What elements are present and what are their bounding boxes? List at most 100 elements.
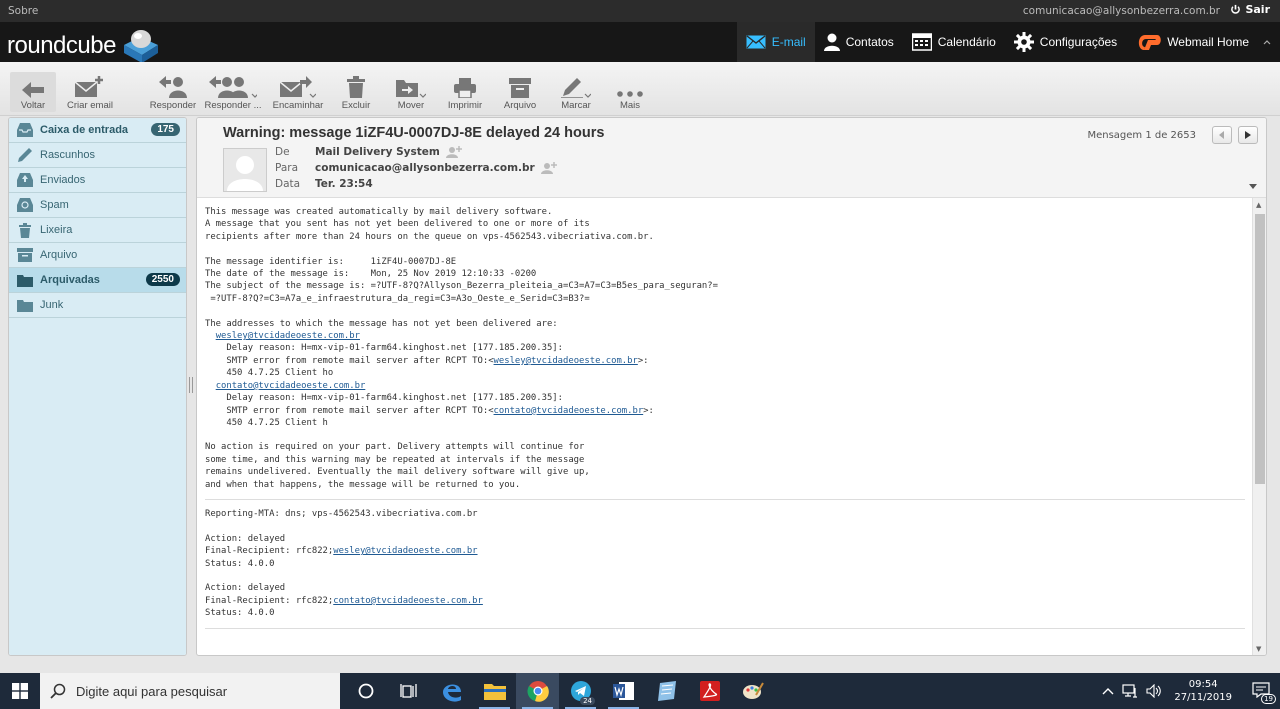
recipient-block-1: wesley@tvcidadeoeste.com.br Delay reason… [205, 330, 1243, 429]
calendar-icon [911, 33, 932, 51]
person-icon [823, 33, 840, 51]
taskbar-edge[interactable] [430, 673, 473, 709]
start-button[interactable] [0, 673, 40, 709]
delete-button[interactable]: Excluir [337, 74, 375, 111]
taskbar-acrobat[interactable] [688, 673, 731, 709]
mark-button[interactable]: Marcar [556, 74, 596, 111]
message-pane: Warning: message 1iZF4U-0007DJ-8E delaye… [196, 117, 1267, 656]
more-button[interactable]: Mais [612, 74, 648, 111]
volume-icon[interactable] [1146, 684, 1162, 698]
nav-email-label: E-mail [771, 35, 806, 49]
spam-icon [17, 198, 33, 212]
add-contact-icon[interactable] [540, 162, 557, 174]
folder-list-empty-area [9, 318, 186, 655]
recipient-link-2[interactable]: contato@tvcidadeoeste.com.br [216, 381, 366, 391]
body-intro: This message was created automatically b… [205, 207, 718, 329]
final-recipient-prefix-2: Final-Recipient: rfc822; [205, 595, 334, 606]
nav-email[interactable]: E-mail [736, 22, 815, 62]
about-link[interactable]: Sobre [8, 5, 38, 17]
notification-center-button[interactable]: 19 [1252, 682, 1276, 704]
folder-archive[interactable]: Arquivo [9, 243, 186, 268]
taskbar-word[interactable] [602, 673, 645, 709]
archive-box-icon [509, 78, 531, 98]
taskbar-file-explorer[interactable] [473, 673, 516, 709]
smtp-suffix-1: >: [637, 355, 649, 366]
gear-icon [1013, 32, 1034, 52]
network-icon[interactable] [1122, 684, 1138, 698]
forward-button[interactable]: Encaminhar [270, 74, 326, 111]
windows-taskbar: Digite aqui para pesquisar 24 09:54 27/1… [0, 673, 1280, 709]
logout-button[interactable]: Sair [1230, 3, 1270, 16]
scroll-up-icon[interactable]: ▲ [1256, 201, 1261, 209]
reply-all-button[interactable]: Responder ... [203, 74, 263, 111]
chevron-up-icon[interactable] [1102, 687, 1114, 695]
final-recipient-link-1[interactable]: wesley@tvcidadeoeste.com.br [333, 546, 477, 556]
app-header: roundcube E-mail Contatos Calendário Con… [0, 22, 1280, 65]
collapse-header-icon[interactable] [1263, 39, 1271, 45]
folder-icon [483, 684, 506, 700]
mark-label: Marcar [561, 100, 591, 111]
from-row: De Mail Delivery System [275, 146, 462, 158]
recipient-link-1[interactable]: wesley@tvcidadeoeste.com.br [216, 331, 360, 341]
scrollbar-thumb[interactable] [1255, 214, 1265, 484]
smtp-suffix-2: >: [643, 405, 654, 416]
system-tray: 09:54 27/11/2019 19 [1102, 673, 1280, 709]
folder-trash[interactable]: Lixeira [9, 218, 186, 243]
print-button[interactable]: Imprimir [443, 74, 487, 111]
delay-reason-1: Delay reason: H=mx-vip-01-farm64.kinghos… [205, 343, 563, 354]
move-button[interactable]: Mover [391, 74, 431, 111]
move-label: Mover [397, 100, 425, 111]
taskbar-clock[interactable]: 09:54 27/11/2019 [1174, 678, 1232, 704]
message-toolbar: Voltar Criar email Responder Responder .… [0, 62, 1280, 116]
folder-inbox-label: Caixa de entrada [40, 124, 129, 136]
compose-label: Criar email [67, 100, 113, 111]
compose-mail-icon [75, 76, 103, 97]
folder-archived[interactable]: Arquivadas 2550 [9, 268, 186, 293]
nav-calendar-label: Calendário [937, 35, 996, 49]
date-value: Ter. 23:54 [315, 178, 373, 190]
back-button[interactable]: Voltar [10, 72, 56, 112]
nav-settings[interactable]: Configurações [1005, 22, 1126, 62]
smtp-recipient-link-1[interactable]: wesley@tvcidadeoeste.com.br [494, 356, 638, 366]
header-expand-icon[interactable] [1249, 184, 1257, 190]
nav-contacts-label: Contatos [845, 35, 894, 49]
error-code-1: 450 4.7.25 Client ho [205, 368, 334, 379]
taskbar-paint[interactable] [731, 673, 774, 709]
add-contact-icon[interactable] [445, 146, 462, 158]
folder-junk[interactable]: Junk [9, 293, 186, 318]
folder-drafts[interactable]: Rascunhos [9, 143, 186, 168]
nav-calendar[interactable]: Calendário [903, 22, 1005, 62]
smtp-recipient-link-2[interactable]: contato@tvcidadeoeste.com.br [494, 406, 644, 416]
forward-icon [280, 76, 316, 98]
trash-icon [19, 222, 31, 238]
inbox-unread-badge: 175 [151, 123, 180, 136]
message-scrollbar[interactable]: ▲ ▼ [1252, 198, 1266, 655]
scroll-down-icon[interactable]: ▼ [1256, 645, 1261, 653]
from-value[interactable]: Mail Delivery System [315, 146, 440, 158]
pane-splitter[interactable] [189, 377, 193, 393]
nav-contacts[interactable]: Contatos [815, 22, 903, 62]
taskbar-chrome[interactable] [516, 673, 559, 709]
taskbar-telegram[interactable]: 24 [559, 673, 602, 709]
to-value[interactable]: comunicacao@allysonbezerra.com.br [315, 162, 535, 174]
roundcube-logo[interactable]: roundcube [7, 27, 162, 65]
compose-button[interactable]: Criar email [64, 74, 116, 111]
nav-webmail-home[interactable]: Webmail Home [1126, 22, 1280, 62]
taskbar-notes-app[interactable] [645, 673, 688, 709]
next-message-button[interactable] [1238, 126, 1258, 144]
folder-sent[interactable]: Enviados [9, 168, 186, 193]
archived-unread-badge: 2550 [145, 273, 180, 286]
date-row: Data Ter. 23:54 [275, 178, 373, 190]
archive-button[interactable]: Arquivo [500, 74, 540, 111]
reporting-mta: Reporting-MTA: dns; vps-4562543.vibecria… [205, 508, 478, 519]
folder-spam[interactable]: Spam [9, 193, 186, 218]
folder-inbox[interactable]: Caixa de entrada 175 [9, 118, 186, 143]
folder-list: Caixa de entrada 175 Rascunhos Enviados … [8, 117, 187, 656]
cortana-button[interactable] [344, 673, 387, 709]
final-recipient-link-2[interactable]: contato@tvcidadeoeste.com.br [333, 596, 483, 606]
notebook-icon [657, 681, 676, 701]
reply-button[interactable]: Responder [148, 74, 198, 111]
previous-message-button[interactable] [1212, 126, 1232, 144]
task-view-button[interactable] [387, 673, 430, 709]
taskbar-search[interactable]: Digite aqui para pesquisar [40, 673, 340, 709]
